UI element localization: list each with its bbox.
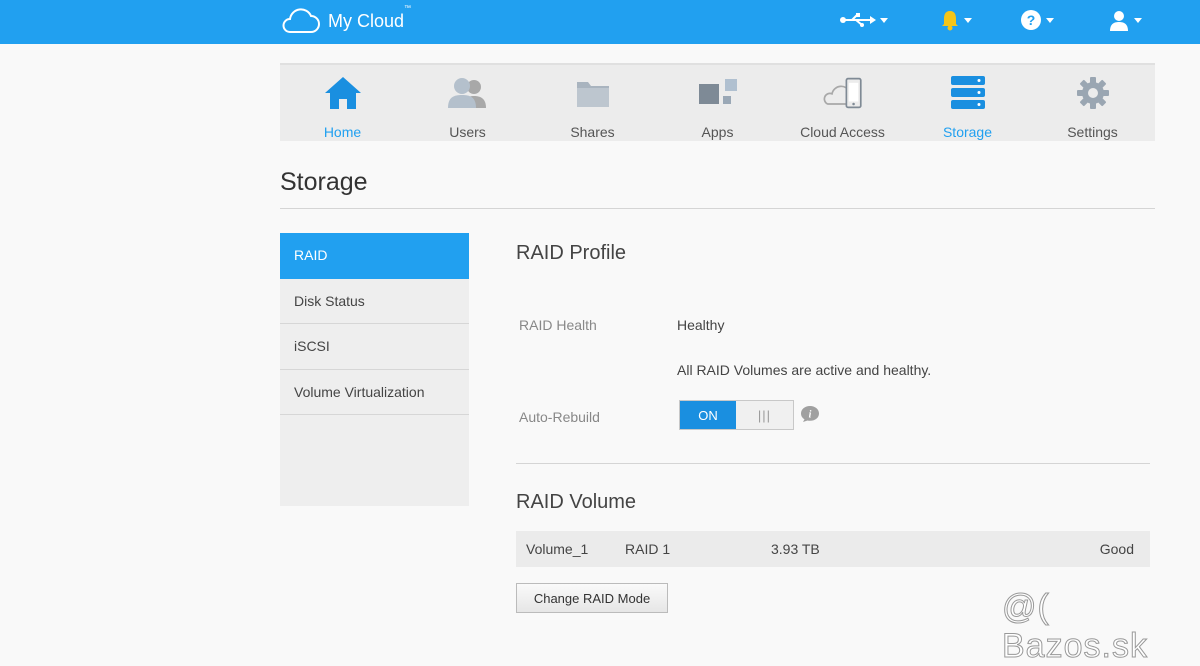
top-bar: My Cloud™ ? [0,0,1200,44]
raid-health-detail: All RAID Volumes are active and healthy. [677,362,932,378]
page-title: Storage [280,168,368,196]
sidebar-item-volume-virtualization[interactable]: Volume Virtualization [280,370,469,415]
apps-icon [696,74,740,112]
raid-health-value: Healthy [677,317,725,333]
user-menu[interactable] [1108,6,1142,34]
storage-sidebar: RAID Disk Status iSCSI Volume Virtualiza… [280,233,469,506]
user-icon [1110,11,1128,31]
brand-name: My Cloud [328,10,405,31]
cloud-access-icon [821,74,865,112]
cloud-logo-icon [282,8,320,33]
nav-home[interactable]: Home [280,65,405,141]
volume-name: Volume_1 [526,541,589,557]
usb-icon [840,13,876,27]
nav-apps[interactable]: Apps [655,65,780,141]
toggle-grip: ||| [736,401,793,429]
nav-users[interactable]: Users [405,65,530,141]
toggle-on-label: ON [680,401,736,429]
change-raid-mode-button[interactable]: Change RAID Mode [516,583,668,613]
info-icon[interactable]: i [800,405,820,428]
raid-volume-title: RAID Volume [516,491,637,513]
chevron-down-icon [1134,17,1142,23]
table-row[interactable]: Volume_1 RAID 1 3.93 TB Good [516,531,1150,567]
nav-users-label: Users [449,124,486,140]
nav-storage[interactable]: Storage [905,65,1030,141]
nav-shares-label: Shares [570,124,615,140]
help-icon: ? [1021,10,1041,30]
watermark: @( Bazos.sk [1002,588,1148,666]
volume-size: 3.93 TB [771,541,820,557]
divider [280,208,1155,209]
help-menu[interactable]: ? [1020,6,1054,34]
raid-profile-title: RAID Profile [516,242,627,264]
nav-storage-label: Storage [942,124,993,140]
nav-settings[interactable]: Settings [1030,65,1155,141]
brand-trademark: ™ [404,4,412,12]
brand-logo[interactable]: My Cloud™ [280,4,412,36]
nav-shares[interactable]: Shares [530,65,655,141]
chevron-down-icon [1046,17,1054,23]
svg-text:?: ? [1027,12,1036,28]
folder-icon [571,74,615,112]
sidebar-item-raid[interactable]: RAID [280,233,469,279]
bell-icon [942,11,958,31]
sidebar-item-iscsi[interactable]: iSCSI [280,324,469,370]
volume-raid-mode: RAID 1 [625,541,671,557]
divider [516,463,1150,464]
auto-rebuild-label: Auto-Rebuild [519,409,600,425]
gear-icon [1071,74,1115,112]
notifications-menu[interactable] [940,6,972,34]
nav-cloud-access-label: Cloud Access [800,124,885,140]
sidebar-item-disk-status[interactable]: Disk Status [280,279,469,324]
nav-cloud-access[interactable]: Cloud Access [780,65,905,141]
nav-home-label: Home [323,124,362,140]
storage-icon [946,74,990,112]
volume-status: Good [1099,541,1134,557]
home-icon [321,74,365,112]
chevron-down-icon [880,17,888,23]
usb-menu[interactable] [840,6,888,34]
main-nav: Home Users Shares Apps Cloud Access Stor… [280,63,1155,141]
raid-health-label: RAID Health [519,317,597,333]
nav-settings-label: Settings [1067,124,1118,140]
users-icon [446,74,490,112]
auto-rebuild-toggle[interactable]: ON ||| [679,400,794,430]
svg-text:i: i [809,410,812,421]
nav-apps-label: Apps [701,124,734,140]
chevron-down-icon [964,17,972,23]
